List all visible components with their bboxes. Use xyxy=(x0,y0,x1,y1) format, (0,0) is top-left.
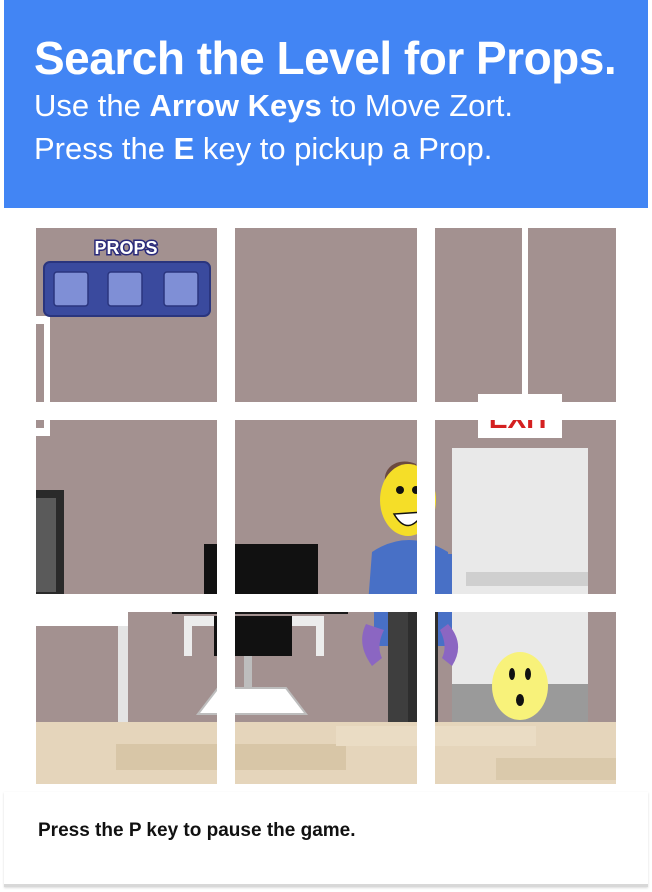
prop-slot-1 xyxy=(53,271,89,307)
prop-slot-2 xyxy=(107,271,143,307)
arrow-keys-label: Arrow Keys xyxy=(149,88,322,123)
prop-slot-3 xyxy=(163,271,199,307)
instructions-text: key to pickup a Prop. xyxy=(194,131,493,166)
instructions-text: to Move Zort. xyxy=(321,88,513,123)
prop-yellow-face-ball xyxy=(492,652,548,720)
game-scene-art: EXIT xyxy=(36,228,616,784)
desk-left xyxy=(36,612,128,626)
pause-hint: Press the P key to pause the game. xyxy=(38,820,356,841)
game-scene[interactable]: EXIT xyxy=(36,228,616,784)
tile-gap-vertical xyxy=(417,228,435,784)
instructions-banner: Search the Level for Props. Use the Arro… xyxy=(4,0,648,208)
instructions-title: Search the Level for Props. xyxy=(34,32,617,84)
footer: Press the P key to pause the game. xyxy=(4,792,648,887)
instructions-move-line: Use the Arrow Keys to Move Zort. xyxy=(34,88,513,124)
instructions-text: Press the xyxy=(34,131,174,166)
tile-gap-vertical xyxy=(217,228,235,784)
tile-gap-horizontal xyxy=(36,402,616,420)
captcha-tile-grid[interactable]: EXIT xyxy=(4,208,648,792)
instructions-pickup-line: Press the E key to pickup a Prop. xyxy=(34,131,492,167)
instructions-text: Use the xyxy=(34,88,150,123)
props-hud-label: PROPS xyxy=(94,238,157,258)
tile-gap-horizontal xyxy=(36,594,616,612)
e-key-label: E xyxy=(173,131,195,166)
